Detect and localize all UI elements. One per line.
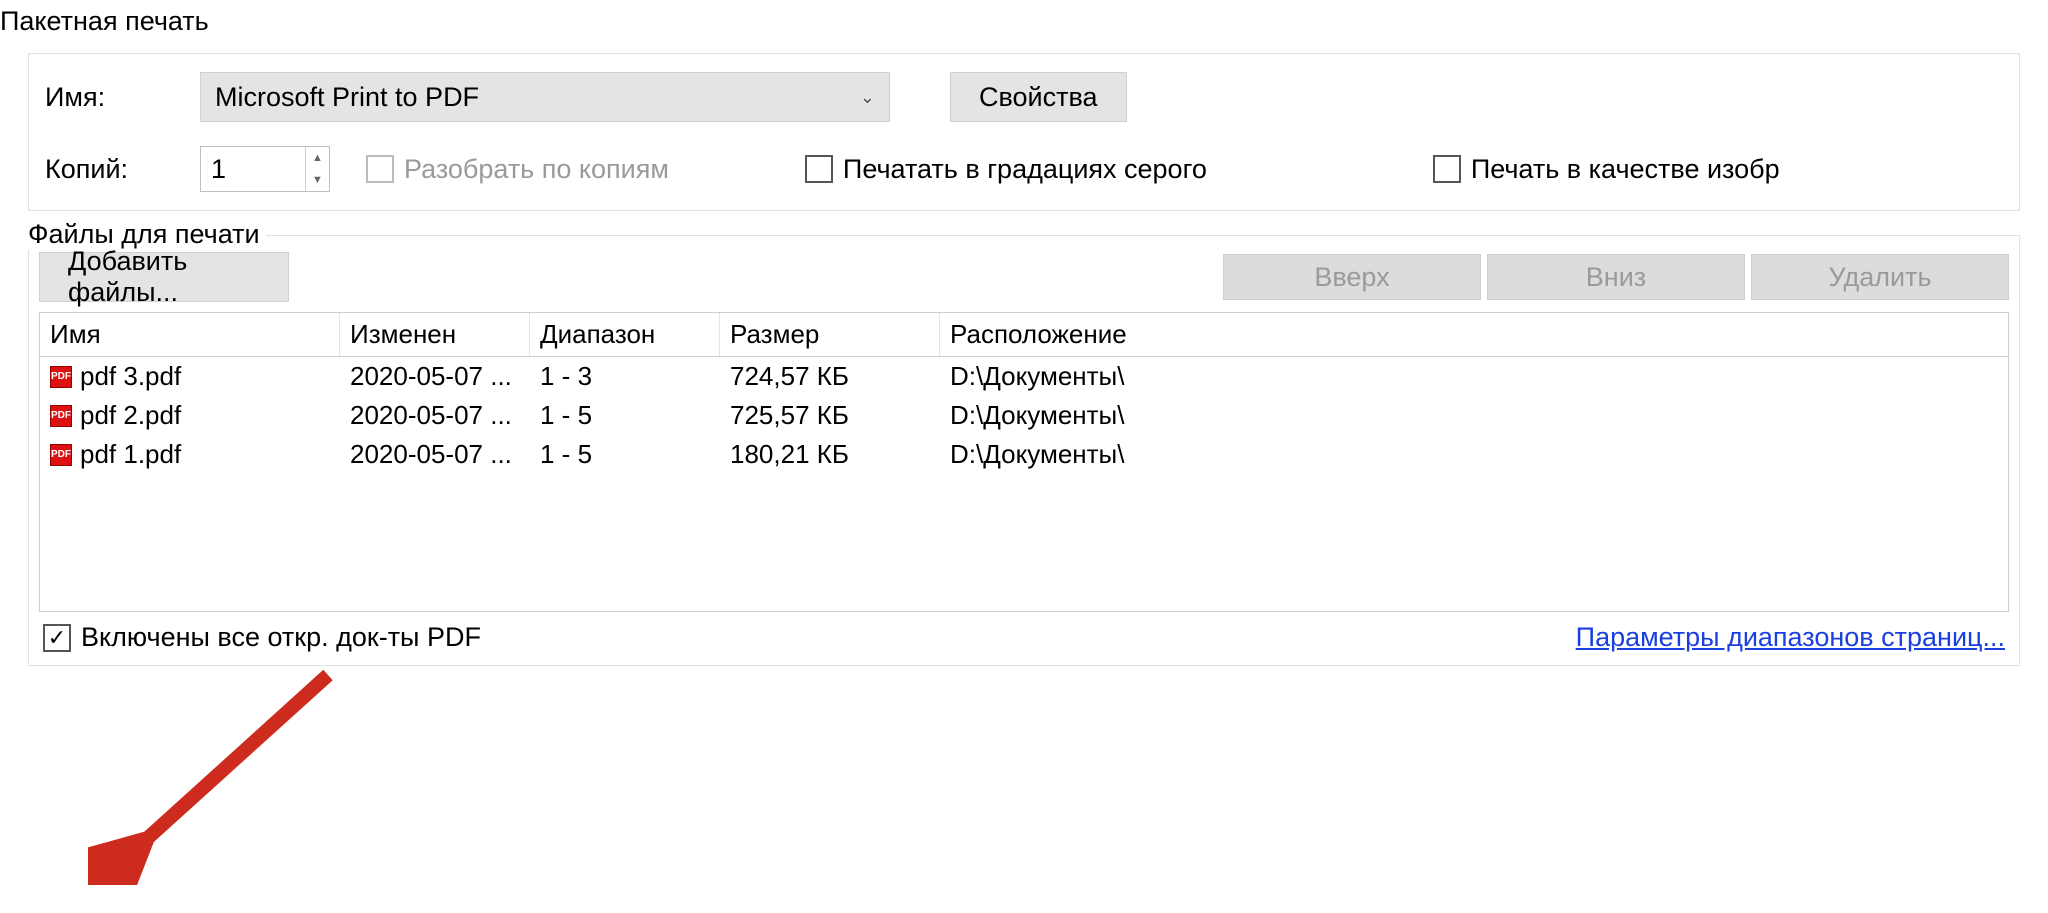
cell-size: 180,21 КБ: [720, 435, 940, 474]
delete-button[interactable]: Удалить: [1751, 254, 2009, 300]
printer-select[interactable]: Microsoft Print to PDF ⌄: [200, 72, 890, 122]
copies-spinner[interactable]: 1 ▲ ▼: [200, 146, 330, 192]
cell-location: D:\Документы\: [940, 435, 2008, 474]
copies-label: Копий:: [45, 154, 200, 185]
image-quality-label: Печать в качестве изобр: [1471, 154, 1780, 185]
cell-modified: 2020-05-07 ...: [340, 435, 530, 474]
col-range[interactable]: Диапазон: [530, 313, 720, 356]
printer-settings-panel: Имя: Microsoft Print to PDF ⌄ Свойства К…: [28, 53, 2020, 211]
files-legend: Файлы для печати: [28, 219, 266, 250]
collate-label: Разобрать по копиям: [404, 154, 669, 185]
col-modified[interactable]: Изменен: [340, 313, 530, 356]
cell-size: 725,57 КБ: [720, 396, 940, 435]
image-quality-checkbox-group[interactable]: Печать в качестве изобр: [1433, 154, 1780, 185]
files-panel: Файлы для печати Добавить файлы... Вверх…: [28, 235, 2020, 666]
table-header: Имя Изменен Диапазон Размер Расположение: [40, 313, 2008, 357]
include-open-docs-label: Включены все откр. док-ты PDF: [81, 622, 481, 653]
cell-size: 724,57 КБ: [720, 357, 940, 396]
grayscale-label: Печатать в градациях серого: [843, 154, 1207, 185]
spinner-down-icon[interactable]: ▼: [306, 169, 329, 191]
table-row[interactable]: PDF pdf 1.pdf 2020-05-07 ...1 - 5180,21 КБ…: [40, 435, 2008, 474]
table-row[interactable]: PDF pdf 3.pdf 2020-05-07 ...1 - 3724,57 КБ…: [40, 357, 2008, 396]
pdf-icon: PDF: [50, 444, 72, 466]
spinner-up-icon[interactable]: ▲: [306, 147, 329, 169]
cell-range: 1 - 5: [530, 435, 720, 474]
copies-value: 1: [211, 154, 226, 185]
include-open-docs-group[interactable]: Включены все откр. док-ты PDF: [43, 622, 481, 653]
image-quality-checkbox[interactable]: [1433, 155, 1461, 183]
include-open-docs-checkbox[interactable]: [43, 624, 71, 652]
move-up-button[interactable]: Вверх: [1223, 254, 1481, 300]
properties-button[interactable]: Свойства: [950, 72, 1127, 122]
files-toolbar: Добавить файлы... Вверх Вниз Удалить: [39, 252, 2009, 302]
add-files-button[interactable]: Добавить файлы...: [39, 252, 289, 302]
chevron-down-icon: ⌄: [860, 87, 875, 108]
cell-modified: 2020-05-07 ...: [340, 357, 530, 396]
cell-name: pdf 3.pdf: [80, 361, 181, 392]
cell-name: pdf 2.pdf: [80, 400, 181, 431]
cell-location: D:\Документы\: [940, 396, 2008, 435]
collate-checkbox: [366, 155, 394, 183]
cell-location: D:\Документы\: [940, 357, 2008, 396]
cell-name: pdf 1.pdf: [80, 439, 181, 470]
files-table: Имя Изменен Диапазон Размер Расположение…: [39, 312, 2009, 612]
pdf-icon: PDF: [50, 366, 72, 388]
pdf-icon: PDF: [50, 405, 72, 427]
col-location[interactable]: Расположение: [940, 313, 2008, 356]
col-name[interactable]: Имя: [40, 313, 340, 356]
grayscale-checkbox[interactable]: [805, 155, 833, 183]
printer-select-value: Microsoft Print to PDF: [215, 82, 479, 113]
window-title: Пакетная печать: [0, 0, 2048, 43]
table-row[interactable]: PDF pdf 2.pdf 2020-05-07 ...1 - 5725,57 КБ…: [40, 396, 2008, 435]
collate-checkbox-group: Разобрать по копиям: [366, 154, 669, 185]
grayscale-checkbox-group[interactable]: Печатать в градациях серого: [805, 154, 1207, 185]
cell-range: 1 - 3: [530, 357, 720, 396]
printer-name-label: Имя:: [45, 82, 200, 113]
col-size[interactable]: Размер: [720, 313, 940, 356]
cell-range: 1 - 5: [530, 396, 720, 435]
annotation-arrow-icon: [88, 665, 348, 885]
page-range-settings-link[interactable]: Параметры диапазонов страниц...: [1576, 622, 2005, 653]
move-down-button[interactable]: Вниз: [1487, 254, 1745, 300]
cell-modified: 2020-05-07 ...: [340, 396, 530, 435]
